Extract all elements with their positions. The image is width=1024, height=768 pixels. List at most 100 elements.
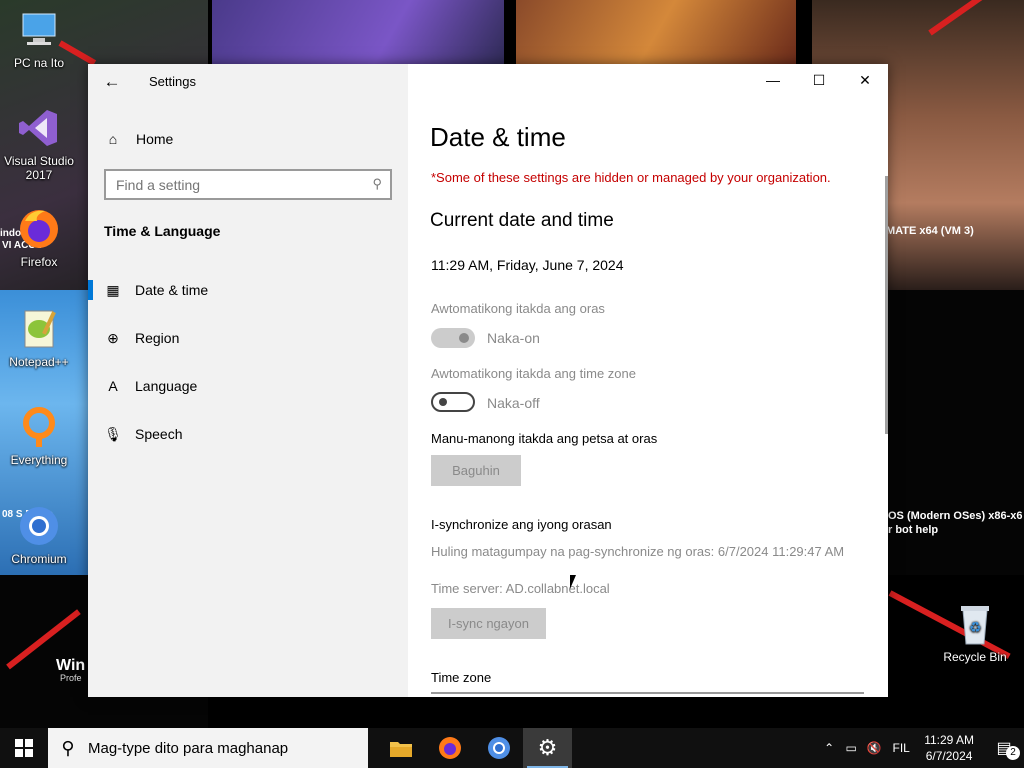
taskbar-file-explorer[interactable]	[376, 728, 425, 768]
globe-icon: ⊕	[107, 329, 119, 346]
change-datetime-button[interactable]: Baguhin	[431, 455, 521, 486]
auto-timezone-label: Awtomatikong itakda ang time zone	[431, 366, 636, 381]
sidebar-item-label: Language	[135, 378, 198, 394]
sidebar-item-region[interactable]: ⊕ Region	[88, 318, 408, 358]
vm-thumbnail-text: r bot help	[888, 524, 939, 536]
section-heading: Time & Language	[104, 223, 221, 239]
taskbar-chromium[interactable]	[474, 728, 523, 768]
sidebar-item-date-time[interactable]: ▦ Date & time	[88, 270, 408, 310]
clock-date: 6/7/2024	[925, 749, 973, 763]
maximize-button[interactable]: ☐	[796, 64, 842, 96]
taskbar: ⚲ Mag-type dito para maghanap ⚙ ⌃ ▭ 🔇 FI…	[0, 728, 1024, 768]
scrollbar-thumb[interactable]	[885, 176, 888, 434]
taskbar-clock[interactable]: 11:29 AM 6/7/2024	[924, 732, 974, 764]
window-title: Settings	[149, 74, 196, 89]
taskbar-search[interactable]: ⚲ Mag-type dito para maghanap	[48, 728, 368, 768]
sidebar-item-label: Speech	[135, 426, 183, 442]
vm-thumbnail-text: MATE x64 (VM 3)	[886, 225, 974, 237]
chromium-icon	[15, 502, 63, 550]
desktop-icon-label: Everything	[10, 453, 68, 467]
desktop-icon-label: Notepad++	[9, 355, 69, 369]
desktop-icon-recycle-bin[interactable]: ♻ Recycle Bin	[936, 600, 1014, 664]
toggle-knob	[439, 398, 447, 406]
sync-now-button[interactable]: I-sync ngayon	[431, 608, 546, 639]
windows-start-icon	[15, 739, 33, 757]
taskbar-settings[interactable]: ⚙	[523, 728, 572, 768]
desktop-icon-everything[interactable]: Everything	[0, 403, 78, 467]
minimize-icon: —	[766, 72, 780, 88]
sidebar-item-language[interactable]: A Language	[88, 366, 408, 406]
sync-clock-heading: I-synchronize ang iyong orasan	[431, 517, 612, 532]
managed-settings-note: *Some of these settings are hidden or ma…	[431, 170, 831, 185]
taskbar-firefox[interactable]	[425, 728, 474, 768]
auto-timezone-state: Naka-off	[487, 395, 540, 411]
home-label: Home	[136, 131, 174, 147]
time-server-text: Time server: AD.collabnet.local	[431, 581, 610, 596]
action-center-button[interactable]: ▤ 2	[984, 738, 1024, 760]
sidebar-item-label: Date & time	[135, 282, 209, 298]
settings-content: — ☐ ✕ Date & time *Some of these setting…	[408, 64, 888, 697]
sidebar-item-speech[interactable]: 🎙 Speech	[88, 414, 408, 454]
everything-search-icon	[15, 403, 63, 451]
system-tray: ⌃ ▭ 🔇 FIL 11:29 AM 6/7/2024 ▤ 2	[818, 728, 1024, 768]
page-title: Date & time	[430, 122, 566, 152]
desktop-icon-visual-studio[interactable]: Visual Studio 2017	[0, 104, 78, 182]
settings-sidebar: ← Settings ⌂ Home ⚲ Time & Language ▦ Da…	[88, 64, 408, 697]
current-datetime-value: 11:29 AM, Friday, June 7, 2024	[431, 257, 624, 273]
search-icon: ⚲	[61, 737, 75, 758]
vm-thumbnail-text: OS (Modern OSes) x86-x6	[888, 510, 1023, 522]
desktop-icon-this-pc[interactable]: PC na Ito	[0, 6, 78, 70]
auto-time-label: Awtomatikong itakda ang oras	[431, 301, 605, 316]
volume-muted-icon[interactable]: 🔇	[862, 741, 886, 755]
notepad-plus-plus-icon	[15, 305, 63, 353]
network-icon[interactable]: ▭	[840, 741, 862, 755]
visual-studio-icon	[15, 104, 63, 152]
search-icon: ⚲	[372, 176, 382, 191]
desktop-icon-firefox[interactable]: Firefox	[0, 205, 78, 269]
clock-time: 11:29 AM	[924, 733, 974, 747]
desktop-icon-label: Chromium	[11, 552, 67, 566]
taskbar-search-placeholder: Mag-type dito para maghanap	[88, 739, 289, 757]
firefox-icon	[438, 737, 461, 759]
desktop-icon-notepad-plus-plus[interactable]: Notepad++	[0, 305, 78, 369]
sidebar-item-home[interactable]: ⌂ Home	[104, 128, 394, 150]
vm-thumbnail-orange	[516, 0, 796, 68]
back-button[interactable]: ←	[102, 72, 122, 92]
find-setting-input[interactable]	[106, 171, 346, 198]
close-button[interactable]: ✕	[842, 64, 888, 96]
vm-thumbnail-purple	[212, 0, 504, 68]
auto-time-state: Naka-on	[487, 330, 540, 346]
recycle-bin-icon: ♻	[951, 600, 999, 648]
desktop-icon-label: Visual Studio 2017	[4, 154, 74, 182]
desktop-icon-chromium[interactable]: Chromium	[0, 502, 78, 566]
language-icon: A	[108, 378, 118, 394]
desktop-icon-label: Recycle Bin	[943, 650, 1007, 664]
settings-search[interactable]: ⚲	[104, 169, 392, 200]
input-language[interactable]: FIL	[886, 741, 916, 755]
close-icon: ✕	[859, 71, 871, 88]
windows-edition-text: Profe	[60, 673, 82, 683]
chromium-icon	[487, 737, 510, 759]
computer-icon	[15, 6, 63, 54]
auto-time-toggle[interactable]	[431, 328, 475, 348]
chevron-up-icon[interactable]: ⌃	[818, 741, 840, 755]
last-sync-text: Huling matagumpay na pag-synchronize ng …	[431, 544, 845, 559]
firefox-icon	[15, 205, 63, 253]
minimize-button[interactable]: —	[750, 64, 796, 96]
auto-timezone-toggle[interactable]	[431, 392, 475, 412]
desktop-icon-label: PC na Ito	[13, 56, 65, 70]
desktop-icon-label: Firefox	[20, 255, 58, 269]
settings-window: ← Settings ⌂ Home ⚲ Time & Language ▦ Da…	[88, 64, 888, 697]
mouse-cursor	[570, 575, 576, 589]
start-button[interactable]	[0, 728, 48, 768]
vm-thumbnail-dark-right: OS (Modern OSes) x86-x6 r bot help	[888, 290, 1024, 575]
folder-icon	[389, 742, 412, 757]
calendar-clock-icon: ▦	[106, 281, 120, 298]
notification-count-badge: 2	[1006, 746, 1020, 760]
time-zone-dropdown[interactable]	[431, 692, 864, 697]
svg-text:♻: ♻	[969, 620, 982, 636]
manual-set-label: Manu-manong itakda ang petsa at oras	[431, 431, 658, 446]
microphone-icon: 🎙	[104, 425, 122, 442]
back-arrow-icon: ←	[103, 72, 121, 91]
time-zone-heading: Time zone	[431, 670, 492, 685]
